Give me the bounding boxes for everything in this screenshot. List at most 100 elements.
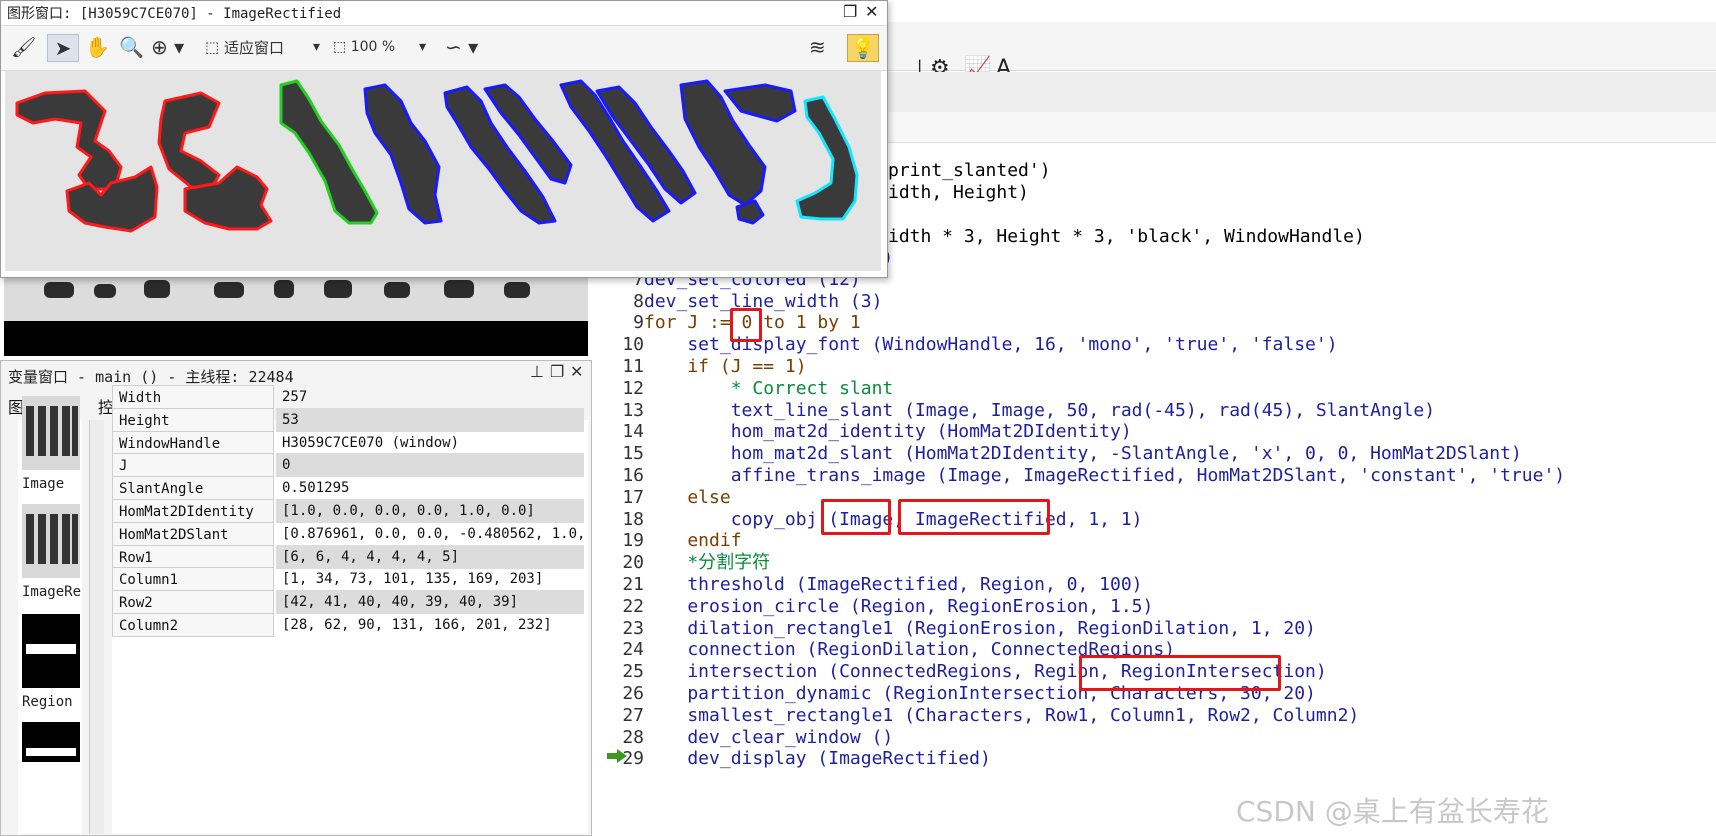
- imagerectified-thumbnail[interactable]: [22, 504, 80, 578]
- fit-window-icon: ⬚: [205, 38, 220, 56]
- line-number: 28: [622, 726, 644, 748]
- magnifier-icon[interactable]: 🔍: [119, 34, 144, 60]
- variable-row[interactable]: Column1 [1, 34, 73, 101, 135, 169, 203]: [112, 567, 584, 592]
- code-line[interactable]: 23 dilation_rectangle1 (RegionErosion, R…: [602, 618, 1316, 640]
- code-line[interactable]: 13 text_line_slant (Image, Image, 50, ra…: [602, 400, 1435, 422]
- line-number: 8: [633, 290, 644, 312]
- code-text: dev_set_line_width (3): [644, 290, 883, 312]
- code-line[interactable]: 27 smallest_rectangle1 (Characters, Row1…: [602, 705, 1359, 727]
- code-line[interactable]: 17 else: [602, 486, 730, 509]
- variable-row[interactable]: SlantAngle 0.501295: [112, 476, 584, 501]
- code-line[interactable]: 28 dev_clear_window (): [602, 727, 893, 749]
- highlight-image-arg: [821, 499, 891, 535]
- code-line[interactable]: 11 if (J == 1): [602, 356, 807, 378]
- variable-row[interactable]: Height 53: [112, 407, 584, 432]
- zoom-select[interactable]: ⬚ 100 %: [333, 34, 395, 60]
- main-toolbar: ⊥ ⚙ 📈 A: [888, 22, 1716, 81]
- variable-value: [6, 6, 4, 4, 4, 4, 5]: [276, 544, 584, 569]
- graphics-canvas[interactable]: [5, 71, 881, 271]
- line-number: 17: [622, 486, 644, 508]
- variable-row[interactable]: Column2 [28, 62, 90, 131, 166, 201, 232]: [112, 613, 584, 637]
- line-number: 26: [622, 683, 644, 704]
- code-text: dev_clear_window (): [644, 726, 894, 748]
- pointer-icon[interactable]: ➤: [47, 34, 79, 62]
- variable-row[interactable]: Row2 [42, 41, 40, 40, 39, 40, 39]: [112, 590, 584, 615]
- region-thumbnail-2[interactable]: [22, 722, 80, 762]
- code-text: dev_display (ImageRectified): [644, 748, 991, 770]
- thumbnail-label-region: Region: [22, 694, 73, 710]
- variable-value: [0.876961, 0.0, 0.0, -0.480562, 1.0, 0..…: [282, 525, 584, 542]
- code-line[interactable]: 16 affine_trans_image (Image, ImageRecti…: [602, 465, 1565, 487]
- background-image-black-area: [4, 321, 588, 356]
- restore-icon[interactable]: ❐: [843, 2, 857, 21]
- code-line[interactable]: 12 * Correct slant: [602, 378, 893, 400]
- code-line[interactable]: 20 *分割字符: [602, 552, 770, 574]
- variable-name: Height: [112, 407, 274, 432]
- line-number: 19: [622, 530, 644, 552]
- fit-window-button[interactable]: ⬚ 适应窗口: [205, 34, 284, 60]
- variable-value: 257: [282, 389, 308, 405]
- code-text: *分割字符: [644, 552, 771, 574]
- variable-name: J: [112, 453, 274, 478]
- brush-icon[interactable]: 🖌: [11, 34, 36, 60]
- fit-dropdown-chevron-icon[interactable]: ▾: [313, 34, 320, 60]
- highlight-regionintersection-arg: [1079, 655, 1281, 691]
- graphics-window-toolbar: 🖌 ➤ ✋ 🔍 ⊕ ▾ ⬚ 适应窗口 ▾ ⬚ 100 % ▾ ∽ ▾ ≋ 💡: [1, 25, 887, 71]
- layers-icon[interactable]: ≋: [809, 34, 826, 60]
- variable-value: [1.0, 0.0, 0.0, 0.0, 1.0, 0.0]: [276, 499, 584, 523]
- code-line[interactable]: 14 hom_mat2d_identity (HomMat2DIdentity): [602, 421, 1132, 443]
- lightbulb-icon[interactable]: 💡: [847, 34, 879, 62]
- variable-row[interactable]: J0: [112, 453, 584, 478]
- close-icon[interactable]: ✕: [570, 362, 583, 381]
- code-line[interactable]: 15 hom_mat2d_slant (HomMat2DIdentity, -S…: [602, 443, 1521, 465]
- code-partial-line-1: print_slanted'): [888, 160, 1051, 181]
- variable-row[interactable]: WindowHandle H3059C7CE070 (window): [112, 430, 584, 455]
- code-text: if (J == 1): [644, 356, 807, 377]
- variable-row[interactable]: Row1 [6, 6, 4, 4, 4, 4, 5]: [112, 544, 584, 569]
- line-number: 25: [622, 661, 644, 683]
- variable-name: HomMat2DIdentity: [112, 499, 274, 523]
- line-number: 21: [622, 574, 644, 595]
- line-number: 11: [622, 356, 644, 377]
- graphics-window-title: 图形窗口: [H3059C7CE070] - ImageRectified: [7, 6, 342, 22]
- code-text: text_line_slant (Image, Image, 50, rad(-…: [644, 399, 1436, 421]
- line-number: 16: [622, 465, 644, 486]
- code-text: threshold (ImageRectified, Region, 0, 10…: [644, 574, 1143, 595]
- code-line[interactable]: 22 erosion_circle (Region, RegionErosion…: [602, 596, 1153, 618]
- graphics-window-titlebar: 图形窗口: [H3059C7CE070] - ImageRectified ❐ …: [1, 1, 887, 23]
- variable-name: HomMat2DSlant: [112, 521, 274, 546]
- code-text: hom_mat2d_identity (HomMat2DIdentity): [644, 421, 1132, 443]
- region-thumbnail[interactable]: [22, 614, 80, 688]
- code-line[interactable]: 29 dev_display (ImageRectified): [602, 748, 991, 770]
- draw-shape-icon[interactable]: ∽ ▾: [445, 34, 478, 60]
- code-line[interactable]: 19 endif: [602, 530, 741, 552]
- watermark: CSDN @桌上有盆长寿花: [1236, 795, 1549, 828]
- variable-name: Column2: [112, 613, 274, 637]
- zoom-in-icon[interactable]: ⊕ ▾: [151, 34, 184, 60]
- code-partial-line-2: idth, Height): [888, 182, 1029, 203]
- variable-row[interactable]: Width 257: [112, 385, 584, 409]
- code-line[interactable]: 21 threshold (ImageRectified, Region, 0,…: [602, 574, 1143, 596]
- variable-name: Row2: [112, 590, 274, 615]
- code-text: smallest_rectangle1 (Characters, Row1, C…: [644, 704, 1360, 726]
- variable-row[interactable]: HomMat2DIdentity [1.0, 0.0, 0.0, 0.0, 1.0…: [112, 499, 584, 523]
- line-number: 20: [622, 552, 644, 574]
- line-number: 13: [622, 399, 644, 421]
- line-number: 10: [622, 334, 644, 356]
- variable-name: Row1: [112, 544, 274, 569]
- fit-window-label: 适应窗口: [223, 38, 284, 57]
- line-number: 22: [622, 595, 644, 617]
- restore-icon[interactable]: ❐: [550, 362, 564, 381]
- code-line[interactable]: 10 set_display_font (WindowHandle, 16, '…: [602, 334, 1337, 356]
- variable-row[interactable]: HomMat2DSlant [0.876961, 0.0, 0.0, -0.480…: [112, 521, 584, 546]
- code-text: dilation_rectangle1 (RegionErosion, Regi…: [644, 617, 1316, 639]
- pin-icon[interactable]: ⊥: [530, 362, 544, 381]
- close-icon[interactable]: ✕: [865, 2, 878, 21]
- variable-value: 53: [276, 407, 584, 432]
- variable-list-scrollbar[interactable]: [89, 420, 104, 834]
- image-thumbnail[interactable]: [22, 396, 80, 470]
- variable-name: SlantAngle: [112, 476, 274, 501]
- variable-name: Width: [112, 385, 274, 409]
- zoom-dropdown-chevron-icon[interactable]: ▾: [419, 34, 426, 60]
- hand-icon[interactable]: ✋: [85, 34, 110, 60]
